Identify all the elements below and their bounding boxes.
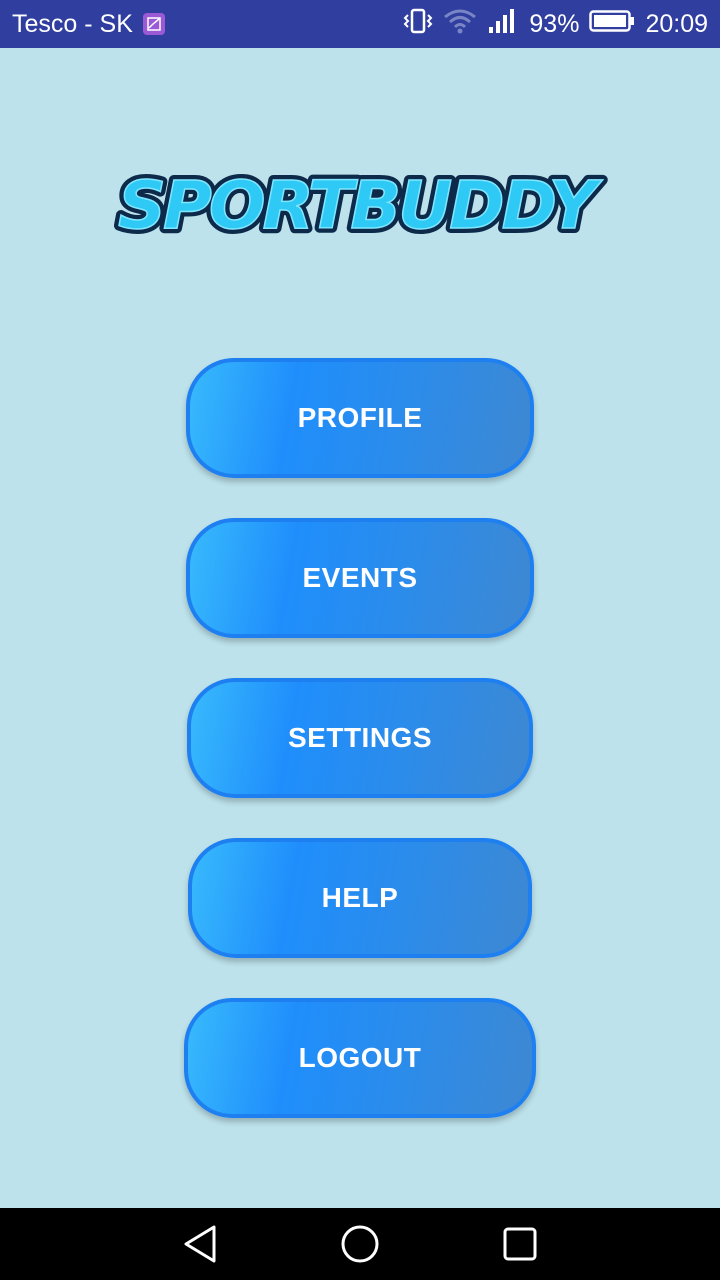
main-content: SPORTBUDDY SPORTBUDDY PROFILE EVENTS SET… bbox=[0, 48, 720, 1208]
status-right: 93% 20:09 bbox=[403, 7, 708, 42]
signal-icon bbox=[487, 7, 519, 42]
sportbuddy-logo: SPORTBUDDY SPORTBUDDY bbox=[113, 162, 610, 249]
wifi-icon bbox=[443, 7, 477, 42]
help-button-label: HELP bbox=[321, 882, 399, 913]
events-button-label: EVENTS bbox=[302, 562, 418, 593]
home-icon[interactable] bbox=[338, 1222, 382, 1266]
logo-text: SPORTBUDDY bbox=[118, 167, 603, 244]
battery-percent: 93% bbox=[529, 9, 580, 38]
battery-icon bbox=[589, 9, 635, 40]
clock: 20:09 bbox=[645, 9, 708, 38]
profile-button-label: PROFILE bbox=[297, 402, 423, 433]
profile-button[interactable]: PROFILE bbox=[186, 358, 534, 478]
status-left: Tesco - SK bbox=[12, 10, 165, 39]
vibrate-icon bbox=[403, 7, 433, 42]
gallery-notification-icon bbox=[142, 13, 165, 35]
recents-icon[interactable] bbox=[498, 1222, 542, 1266]
logout-button[interactable]: LOGOUT bbox=[184, 998, 536, 1118]
back-icon[interactable] bbox=[178, 1222, 222, 1266]
status-bar: Tesco - SK 93% 20:09 bbox=[0, 0, 720, 48]
settings-button-label: SETTINGS bbox=[287, 722, 432, 753]
help-button[interactable]: HELP bbox=[188, 838, 532, 958]
carrier-label: Tesco - SK bbox=[12, 9, 133, 38]
logout-button-label: LOGOUT bbox=[298, 1042, 422, 1073]
events-button[interactable]: EVENTS bbox=[186, 518, 534, 638]
navigation-bar bbox=[0, 1208, 720, 1280]
settings-button[interactable]: SETTINGS bbox=[187, 678, 533, 798]
